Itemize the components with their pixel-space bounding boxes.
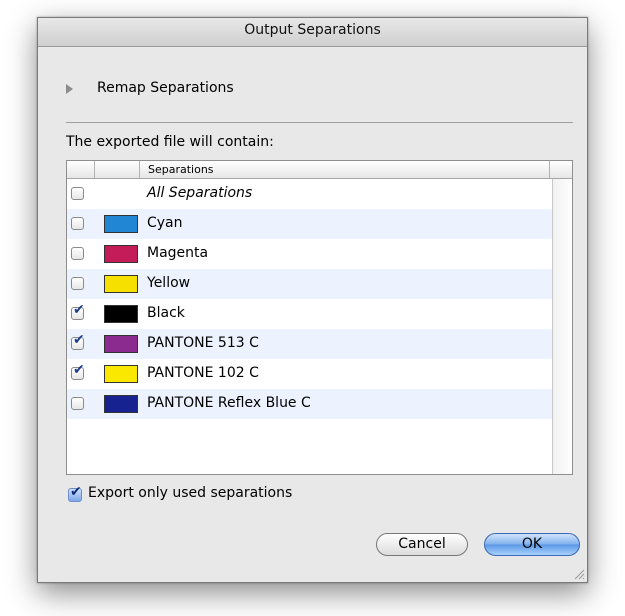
separations-table: Separations All Separations Cyan Magenta Ye… [66, 160, 573, 475]
table-row[interactable]: Yellow [67, 269, 552, 299]
output-separations-dialog: Output Separations Remap Separations The… [37, 17, 588, 583]
dialog-title: Output Separations [244, 22, 381, 38]
color-swatch [104, 305, 138, 323]
separation-label: All Separations [147, 185, 253, 201]
remap-separations-label[interactable]: Remap Separations [97, 80, 234, 96]
separation-label: Magenta [147, 245, 209, 261]
checkmark-icon: ✔ [73, 302, 85, 318]
divider [66, 122, 573, 123]
color-swatch [104, 335, 138, 353]
row-checkbox[interactable]: ✔ [71, 303, 85, 320]
swatch-column-header[interactable] [95, 161, 140, 178]
color-swatch [104, 365, 138, 383]
disclosure-triangle-icon[interactable] [66, 84, 73, 94]
separation-label: Black [147, 305, 185, 321]
row-checkbox[interactable] [71, 247, 84, 260]
table-header: Separations [67, 161, 572, 179]
vertical-scrollbar[interactable] [552, 179, 572, 474]
table-row[interactable]: ✔ PANTONE 513 C [67, 329, 552, 359]
table-row[interactable]: All Separations [67, 179, 552, 209]
row-checkbox[interactable]: ✔ [71, 363, 85, 380]
row-checkbox[interactable] [71, 277, 84, 290]
checkmark-icon: ✔ [70, 484, 82, 500]
separation-label: Yellow [147, 275, 191, 291]
color-swatch [104, 215, 138, 233]
separation-label: PANTONE Reflex Blue C [147, 395, 311, 411]
ok-button[interactable]: OK [484, 533, 580, 556]
table-row[interactable]: ✔ Black [67, 299, 552, 329]
cancel-button[interactable]: Cancel [376, 533, 468, 556]
export-only-used-label[interactable]: Export only used separations [88, 485, 292, 501]
resize-grip-icon[interactable] [573, 568, 585, 580]
separation-label: PANTONE 102 C [147, 365, 259, 381]
title-bar[interactable]: Output Separations [38, 18, 587, 47]
table-row[interactable]: PANTONE Reflex Blue C [67, 389, 552, 419]
table-row[interactable]: Magenta [67, 239, 552, 269]
table-row[interactable]: ✔ PANTONE 102 C [67, 359, 552, 389]
checkmark-icon: ✔ [73, 332, 85, 348]
separations-column-header[interactable]: Separations [140, 161, 550, 178]
table-row[interactable]: Cyan [67, 209, 552, 239]
separation-label: PANTONE 513 C [147, 335, 259, 351]
intro-text: The exported file will contain: [66, 134, 274, 150]
color-swatch [104, 245, 138, 263]
separation-label: Cyan [147, 215, 183, 231]
row-checkbox[interactable] [71, 217, 84, 230]
checkbox-column-header[interactable] [67, 161, 95, 178]
export-only-used-checkbox[interactable]: ✔ [68, 484, 82, 502]
color-swatch [104, 275, 138, 293]
checkmark-icon: ✔ [73, 362, 85, 378]
row-checkbox[interactable] [71, 187, 84, 200]
header-corner [551, 161, 572, 178]
row-checkbox[interactable] [71, 397, 84, 410]
row-checkbox[interactable]: ✔ [71, 333, 85, 350]
color-swatch [104, 395, 138, 413]
